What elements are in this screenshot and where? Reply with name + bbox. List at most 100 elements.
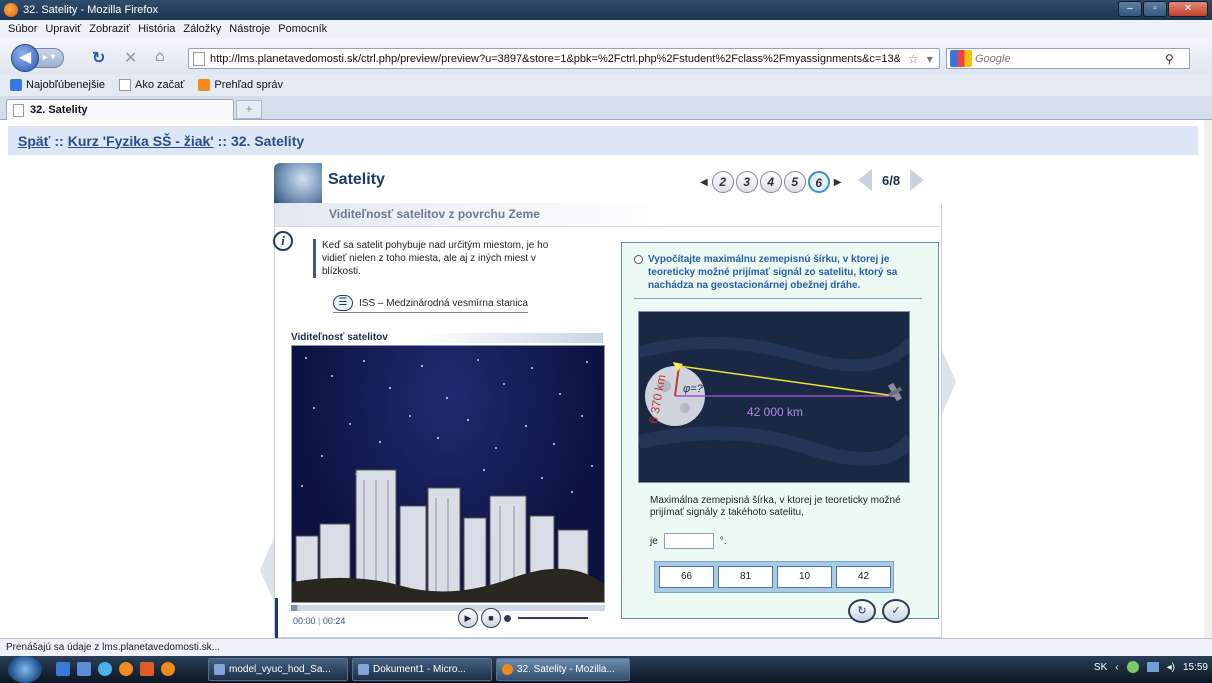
breadcrumb-back-link[interactable]: Späť bbox=[18, 133, 50, 149]
task-buttons: ↻ ✓ bbox=[848, 599, 910, 623]
menu-upravit[interactable]: Upraviť bbox=[45, 23, 81, 35]
degree-label: °. bbox=[719, 535, 727, 547]
bookmark-label: Prehľad správ bbox=[214, 79, 284, 91]
lesson-header: Satelity ◀ 2 3 4 5 6 ▶ 6/8 bbox=[274, 163, 942, 203]
menu-bar: Súbor Upraviť Zobraziť História Záložky … bbox=[0, 20, 1212, 38]
tab-bar: 32. Satelity + bbox=[0, 96, 1212, 120]
menu-pomocnik[interactable]: Pomocník bbox=[278, 23, 327, 35]
vertical-scrollbar[interactable] bbox=[1204, 120, 1212, 638]
dropdown-arrow-icon[interactable]: ▾ bbox=[927, 52, 933, 66]
maximize-button[interactable]: ▫ bbox=[1143, 1, 1167, 17]
close-button[interactable]: ✕ bbox=[1168, 1, 1208, 17]
prev-slide-arrow-icon[interactable] bbox=[260, 538, 274, 602]
switch-windows-icon[interactable] bbox=[77, 662, 91, 676]
je-label: je bbox=[650, 535, 658, 547]
minimize-button[interactable]: – bbox=[1118, 1, 1142, 17]
menu-zobrazit[interactable]: Zobraziť bbox=[89, 23, 130, 35]
lesson-logo-image bbox=[274, 163, 322, 203]
iss-link[interactable]: ☰ ISS – Medzinárodná vesmírna stanica bbox=[333, 295, 528, 313]
page-content: Späť :: Kurz 'Fyzika SŠ - žiak' :: 32. S… bbox=[0, 120, 1212, 638]
left-strip bbox=[275, 598, 278, 638]
taskbar-item-firefox[interactable]: 32. Satelity - Mozilla... bbox=[496, 658, 630, 681]
pager-page-5[interactable]: 5 bbox=[783, 171, 806, 193]
volume-knob-icon[interactable] bbox=[504, 614, 511, 622]
reload-icon[interactable]: ↻ bbox=[92, 48, 105, 68]
stop-icon[interactable]: ■ bbox=[481, 608, 501, 628]
search-bar[interactable]: ⚲ bbox=[946, 48, 1190, 69]
reset-icon[interactable]: ↻ bbox=[848, 599, 876, 623]
breadcrumb-course-link[interactable]: Kurz 'Fyzika SŠ - žiak' bbox=[68, 133, 214, 149]
option-66[interactable]: 66 bbox=[659, 566, 714, 588]
firefox-quick-icon-2[interactable] bbox=[161, 662, 175, 676]
window-controls: – ▫ ✕ bbox=[1118, 1, 1208, 17]
earth-satellite-diagram: φ=? 6 370 km 42 000 km bbox=[638, 311, 910, 483]
bookmark-prehlad-sprav[interactable]: Prehľad správ bbox=[198, 79, 283, 91]
taskbar-item-word-dokument1[interactable]: Dokument1 - Micro... bbox=[352, 658, 492, 681]
question-text: Vypočítajte maximálnu zemepisnú šírku, v… bbox=[648, 254, 898, 291]
taskbar-item-word-model[interactable]: model_vyuc_hod_Sa... bbox=[208, 658, 348, 681]
bookmark-najoblubenejsie[interactable]: Najobľúbenejšie bbox=[10, 79, 105, 91]
show-desktop-icon[interactable] bbox=[56, 662, 70, 676]
option-42[interactable]: 42 bbox=[836, 566, 891, 588]
menu-zalozky[interactable]: Záložky bbox=[183, 23, 221, 35]
back-button[interactable]: ◀ bbox=[11, 44, 39, 72]
pager-page-2[interactable]: 2 bbox=[711, 171, 734, 193]
address-bar[interactable]: http://lms.planetavedomosti.sk/ctrl.php/… bbox=[188, 48, 940, 69]
answer-input[interactable] bbox=[663, 533, 714, 549]
intro-text: Keď sa satelit pohybuje nad určitým mies… bbox=[313, 239, 563, 278]
next-slide-arrow-icon[interactable] bbox=[942, 350, 956, 414]
start-button[interactable] bbox=[8, 656, 42, 683]
breadcrumb-current: 32. Satelity bbox=[230, 132, 305, 149]
google-icon[interactable] bbox=[950, 50, 972, 67]
search-input[interactable] bbox=[975, 52, 1165, 65]
video-title: Viditeľnosť satelitov bbox=[291, 333, 603, 343]
bookmark-star-icon[interactable]: ☆ bbox=[908, 52, 919, 66]
media-player-icon[interactable] bbox=[140, 662, 154, 676]
lesson-title: Satelity bbox=[328, 171, 385, 188]
city-night-image bbox=[292, 357, 604, 602]
option-10[interactable]: 10 bbox=[777, 566, 832, 588]
url-text[interactable]: http://lms.planetavedomosti.sk/ctrl.php/… bbox=[210, 53, 900, 65]
home-icon[interactable]: ⌂ bbox=[155, 48, 165, 66]
page-icon bbox=[193, 51, 205, 66]
volume-slider[interactable] bbox=[518, 617, 588, 619]
pager-page-3[interactable]: 3 bbox=[735, 171, 758, 193]
network-icon[interactable] bbox=[1146, 662, 1159, 672]
pager-page-4[interactable]: 4 bbox=[759, 171, 782, 193]
page-icon bbox=[13, 103, 24, 117]
play-icon[interactable]: ▶ bbox=[458, 608, 478, 628]
breadcrumb-separator: :: bbox=[217, 132, 227, 149]
tray-expand-icon[interactable]: ‹ bbox=[1115, 662, 1118, 673]
lesson-subtitle: Viditeľnosť satelitov z povrchu Zeme bbox=[329, 207, 540, 221]
tab-satelity[interactable]: 32. Satelity bbox=[6, 99, 234, 120]
check-answer-icon[interactable]: ✓ bbox=[882, 599, 910, 623]
menu-subor[interactable]: Súbor bbox=[8, 23, 37, 35]
firefox-quick-icon[interactable] bbox=[119, 662, 133, 676]
stop-icon[interactable]: ✕ bbox=[124, 48, 137, 68]
pager-prev-icon[interactable]: ◀ bbox=[700, 177, 708, 188]
breadcrumb-separator: :: bbox=[54, 132, 64, 149]
bookmark-ako-zacat[interactable]: Ako začať bbox=[119, 79, 184, 91]
internet-explorer-icon[interactable] bbox=[98, 662, 112, 676]
new-tab-button[interactable]: + bbox=[236, 100, 262, 119]
option-81[interactable]: 81 bbox=[718, 566, 773, 588]
language-indicator[interactable]: SK bbox=[1094, 662, 1107, 673]
clock[interactable]: 15:59 bbox=[1183, 662, 1208, 673]
pager-next-icon[interactable]: ▶ bbox=[834, 177, 842, 188]
volume-icon[interactable]: ◂) bbox=[1167, 662, 1175, 673]
pager-page-6[interactable]: 6 bbox=[807, 171, 830, 193]
video-player[interactable] bbox=[291, 345, 605, 603]
search-icon[interactable]: ⚲ bbox=[1165, 52, 1174, 66]
video-time-separator: | bbox=[318, 616, 321, 626]
next-page-arrow-icon[interactable] bbox=[910, 169, 925, 191]
page-count: 6/8 bbox=[882, 172, 901, 188]
window-titlebar: 32. Satelity - Mozilla Firefox – ▫ ✕ bbox=[0, 0, 1212, 20]
security-icon[interactable] bbox=[1126, 661, 1139, 673]
windows-taskbar: model_vyuc_hod_Sa... Dokument1 - Micro..… bbox=[0, 656, 1212, 683]
menu-nastroje[interactable]: Nástroje bbox=[229, 23, 270, 35]
question-bullet-icon bbox=[634, 255, 643, 264]
breadcrumb: Späť :: Kurz 'Fyzika SŠ - žiak' :: 32. S… bbox=[8, 126, 1198, 155]
prev-page-arrow-icon[interactable] bbox=[858, 169, 872, 191]
menu-historia[interactable]: História bbox=[138, 23, 175, 35]
info-icon[interactable]: i bbox=[273, 231, 293, 251]
